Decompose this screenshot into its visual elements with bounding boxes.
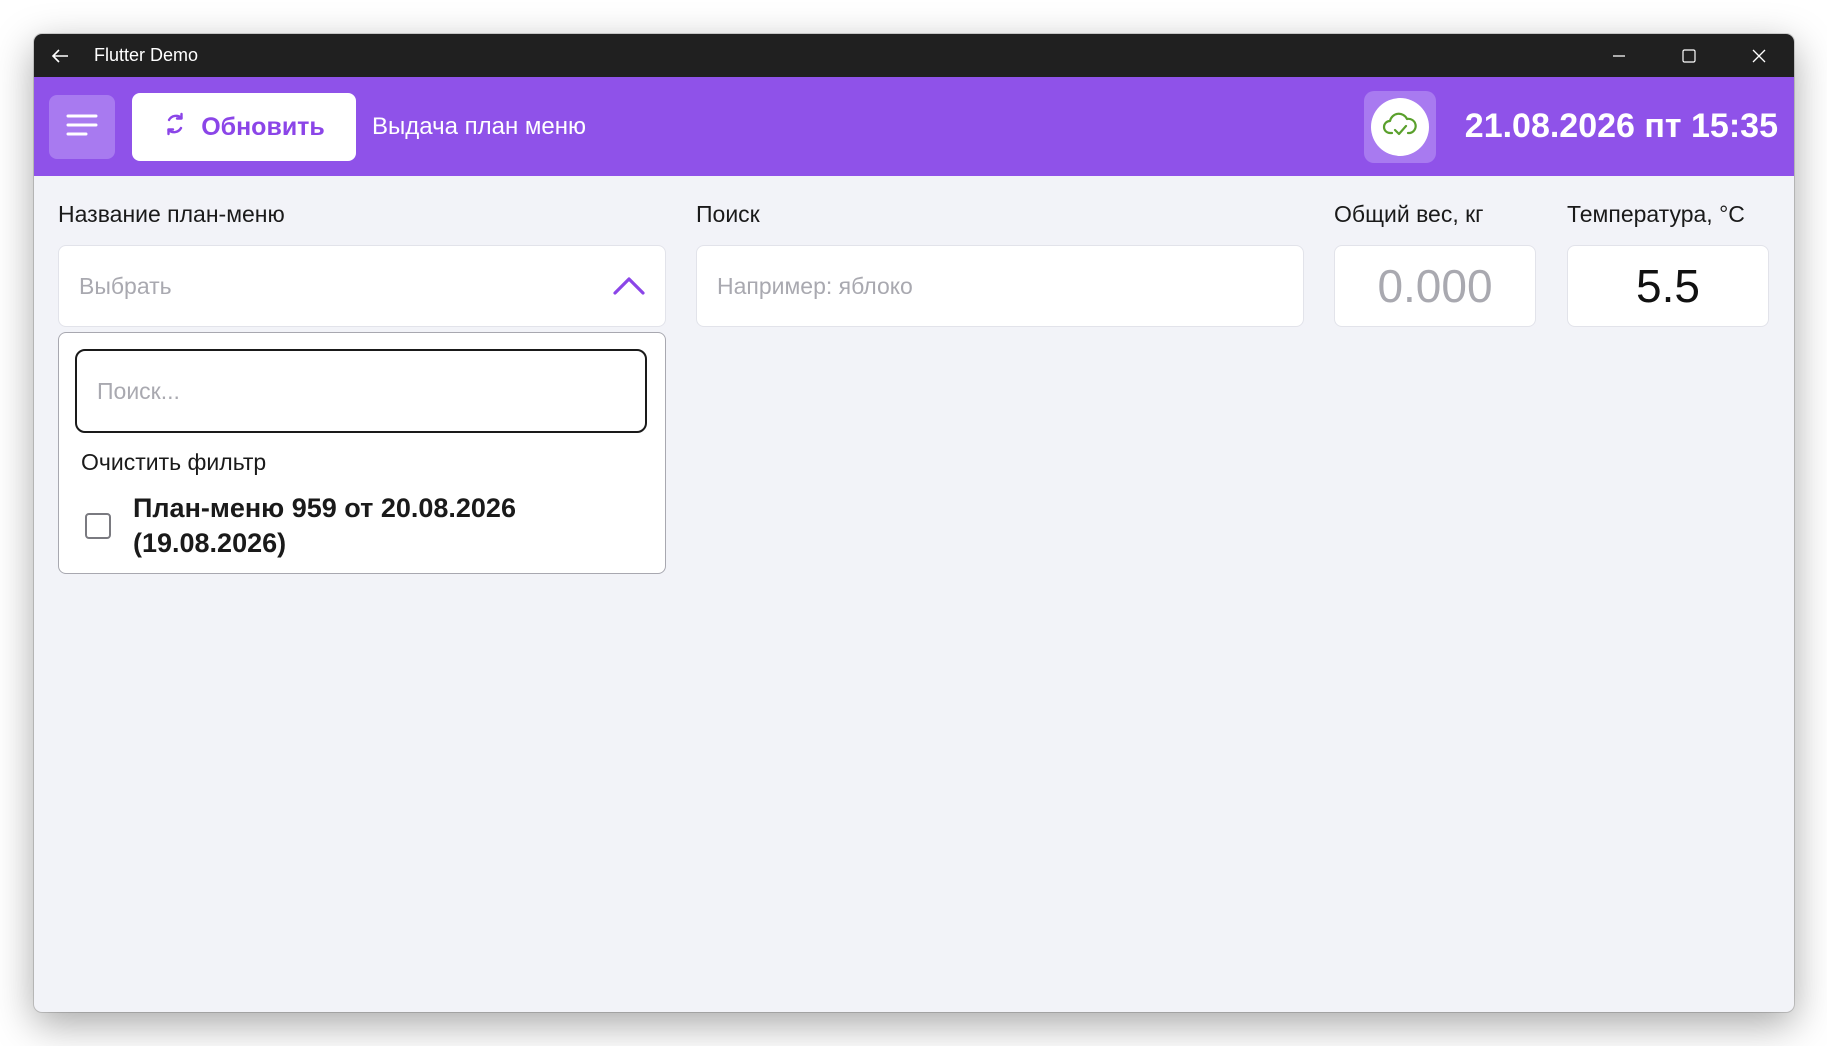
arrow-left-icon[interactable]: [48, 44, 72, 68]
search-label: Поиск: [696, 201, 760, 227]
page-title: Выдача план меню: [372, 113, 586, 140]
plan-menu-select[interactable]: Выбрать: [58, 245, 666, 327]
search-placeholder: Например: яблоко: [717, 273, 913, 299]
hamburger-menu-icon: [66, 113, 98, 142]
option-checkbox[interactable]: [85, 513, 111, 539]
sync-status-button[interactable]: [1364, 91, 1436, 163]
search-input[interactable]: Например: яблоко: [696, 245, 1304, 327]
cloud-check-icon: [1382, 111, 1418, 144]
dropdown-search-placeholder: Поиск...: [97, 378, 180, 404]
menu-button[interactable]: [49, 95, 115, 159]
refresh-button-label: Обновить: [201, 112, 325, 141]
total-weight-value: 0.000: [1377, 260, 1493, 312]
list-item[interactable]: План-меню 959 от 20.08.2026 (19.08.2026): [85, 491, 645, 561]
refresh-button[interactable]: Обновить: [132, 93, 356, 161]
maximize-button[interactable]: [1654, 34, 1724, 77]
option-label: План-меню 959 от 20.08.2026 (19.08.2026): [133, 493, 516, 558]
title-bar: Flutter Demo: [34, 34, 1794, 77]
temperature-value: 5.5: [1636, 260, 1700, 312]
current-datetime: 21.08.2026 пт 15:35: [1464, 107, 1778, 145]
total-weight-field: 0.000: [1334, 245, 1536, 327]
minimize-button[interactable]: [1584, 34, 1654, 77]
total-weight-label: Общий вес, кг: [1334, 201, 1484, 227]
chevron-up-icon[interactable]: [613, 274, 645, 301]
temperature-field: 5.5: [1567, 245, 1769, 327]
dropdown-search-input[interactable]: Поиск...: [75, 349, 647, 433]
plan-menu-dropdown: Поиск... Очистить фильтр План-меню 959 о…: [58, 332, 666, 574]
window-title: Flutter Demo: [94, 45, 199, 65]
app-bar: Обновить Выдача план меню 21.08.2026 пт …: [34, 77, 1794, 176]
clear-filter-button[interactable]: Очистить фильтр: [81, 449, 266, 476]
temperature-label: Температура, °C: [1567, 201, 1745, 227]
refresh-icon: [163, 112, 187, 143]
plan-menu-placeholder: Выбрать: [79, 273, 172, 299]
app-window: Flutter Demo Обновить Выдача план меню 2…: [34, 34, 1794, 1012]
plan-menu-label: Название план-меню: [58, 201, 285, 227]
close-button[interactable]: [1724, 34, 1794, 77]
